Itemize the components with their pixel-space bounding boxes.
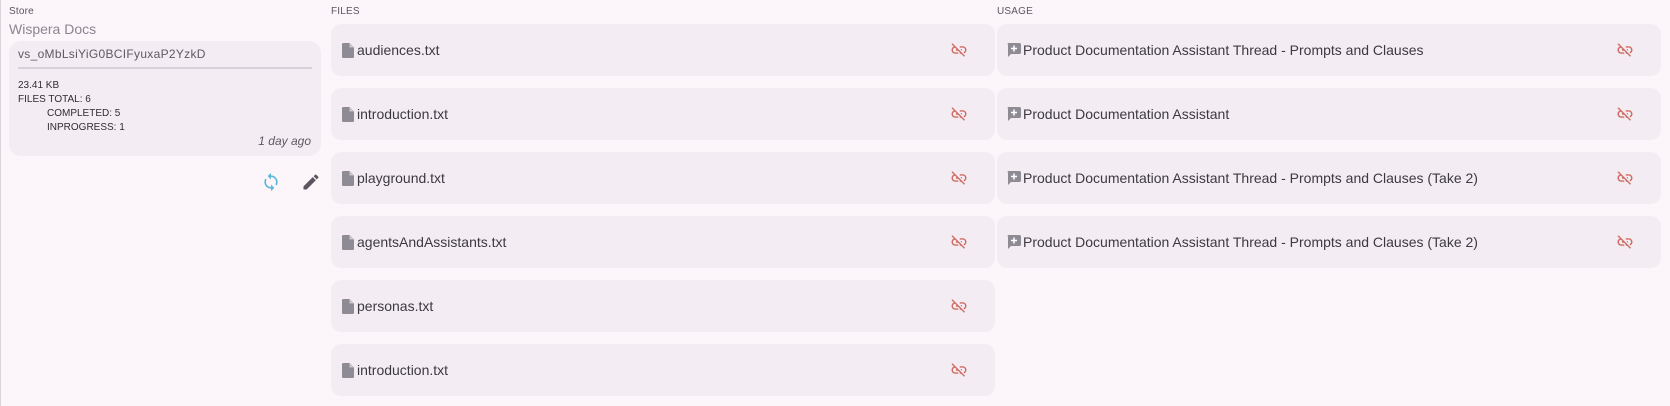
unlink-file-button[interactable] (949, 168, 969, 188)
link-off-icon (1617, 107, 1633, 121)
file-name: agentsAndAssistants.txt (357, 234, 507, 250)
file-icon (341, 106, 355, 122)
unlink-usage-button[interactable] (1615, 40, 1635, 60)
file-icon (341, 362, 355, 378)
file-row[interactable]: audiences.txt (331, 24, 995, 76)
usage-list: Product Documentation Assistant Thread -… (997, 24, 1661, 268)
usage-name: Product Documentation Assistant Thread -… (1023, 42, 1424, 58)
refresh-button[interactable] (259, 170, 283, 194)
thread-icon (1007, 170, 1021, 186)
file-name: introduction.txt (357, 362, 449, 378)
link-off-icon (951, 235, 967, 249)
thread-icon (1007, 42, 1021, 58)
file-name: audiences.txt (357, 42, 440, 58)
link-off-icon (951, 107, 967, 121)
file-row[interactable]: agentsAndAssistants.txt (331, 216, 995, 268)
unlink-file-button[interactable] (949, 296, 969, 316)
link-off-icon (1617, 235, 1633, 249)
link-off-icon (951, 43, 967, 57)
usage-name: Product Documentation Assistant Thread -… (1023, 234, 1478, 250)
file-icon (341, 170, 355, 186)
unlink-usage-button[interactable] (1615, 104, 1635, 124)
unlink-usage-button[interactable] (1615, 168, 1635, 188)
files-section-label: FILES (331, 6, 360, 17)
usage-column: USAGE Product Documentation Assistant Th… (997, 0, 1661, 280)
usage-row[interactable]: Product Documentation Assistant Thread -… (997, 152, 1661, 204)
link-off-icon (951, 363, 967, 377)
store-actions (259, 170, 323, 194)
link-off-icon (951, 171, 967, 185)
file-name: introduction.txt (357, 106, 449, 122)
usage-row[interactable]: Product Documentation Assistant Thread -… (997, 24, 1661, 76)
unlink-file-button[interactable] (949, 104, 969, 124)
unlink-usage-button[interactable] (1615, 232, 1635, 252)
pencil-icon (303, 174, 319, 190)
files-list: audiences.txt introduction.txt playgroun (331, 24, 995, 396)
store-files-inprogress: INPROGRESS: 1 (47, 122, 125, 133)
usage-row[interactable]: Product Documentation Assistant (997, 88, 1661, 140)
refresh-icon (264, 172, 278, 192)
edit-button[interactable] (299, 170, 323, 194)
link-off-icon (1617, 171, 1633, 185)
store-column: Store Wispera Docs vs_oMbLsiYiG0BCIFyuxa… (9, 0, 329, 192)
unlink-file-button[interactable] (949, 40, 969, 60)
store-files-completed: COMPLETED: 5 (47, 108, 121, 119)
file-icon (341, 42, 355, 58)
file-row[interactable]: playground.txt (331, 152, 995, 204)
usage-name: Product Documentation Assistant (1023, 106, 1230, 122)
store-updated-time: 1 day ago (258, 134, 311, 148)
thread-icon (1007, 106, 1021, 122)
vector-store-panel: Store Wispera Docs vs_oMbLsiYiG0BCIFyuxa… (0, 0, 1670, 406)
thread-icon (1007, 234, 1021, 250)
store-section-label: Store (9, 6, 34, 17)
usage-name: Product Documentation Assistant Thread -… (1023, 170, 1478, 186)
file-name: playground.txt (357, 170, 445, 186)
file-name: personas.txt (357, 298, 434, 314)
store-size: 23.41 KB (18, 80, 60, 91)
files-column: FILES audiences.txt introduction.txt pla… (331, 0, 995, 406)
link-off-icon (951, 299, 967, 313)
file-row[interactable]: introduction.txt (331, 88, 995, 140)
usage-row[interactable]: Product Documentation Assistant Thread -… (997, 216, 1661, 268)
store-id: vs_oMbLsiYiG0BCIFyuxaP2YzkD (18, 45, 312, 69)
unlink-file-button[interactable] (949, 232, 969, 252)
unlink-file-button[interactable] (949, 360, 969, 380)
store-name: Wispera Docs (9, 21, 97, 37)
file-row[interactable]: personas.txt (331, 280, 995, 332)
store-card: vs_oMbLsiYiG0BCIFyuxaP2YzkD 23.41 KB FIL… (9, 41, 321, 156)
link-off-icon (1617, 43, 1633, 57)
file-icon (341, 298, 355, 314)
file-row[interactable]: introduction.txt (331, 344, 995, 396)
store-files-total: FILES TOTAL: 6 (18, 94, 91, 105)
usage-section-label: USAGE (997, 6, 1034, 17)
file-icon (341, 234, 355, 250)
